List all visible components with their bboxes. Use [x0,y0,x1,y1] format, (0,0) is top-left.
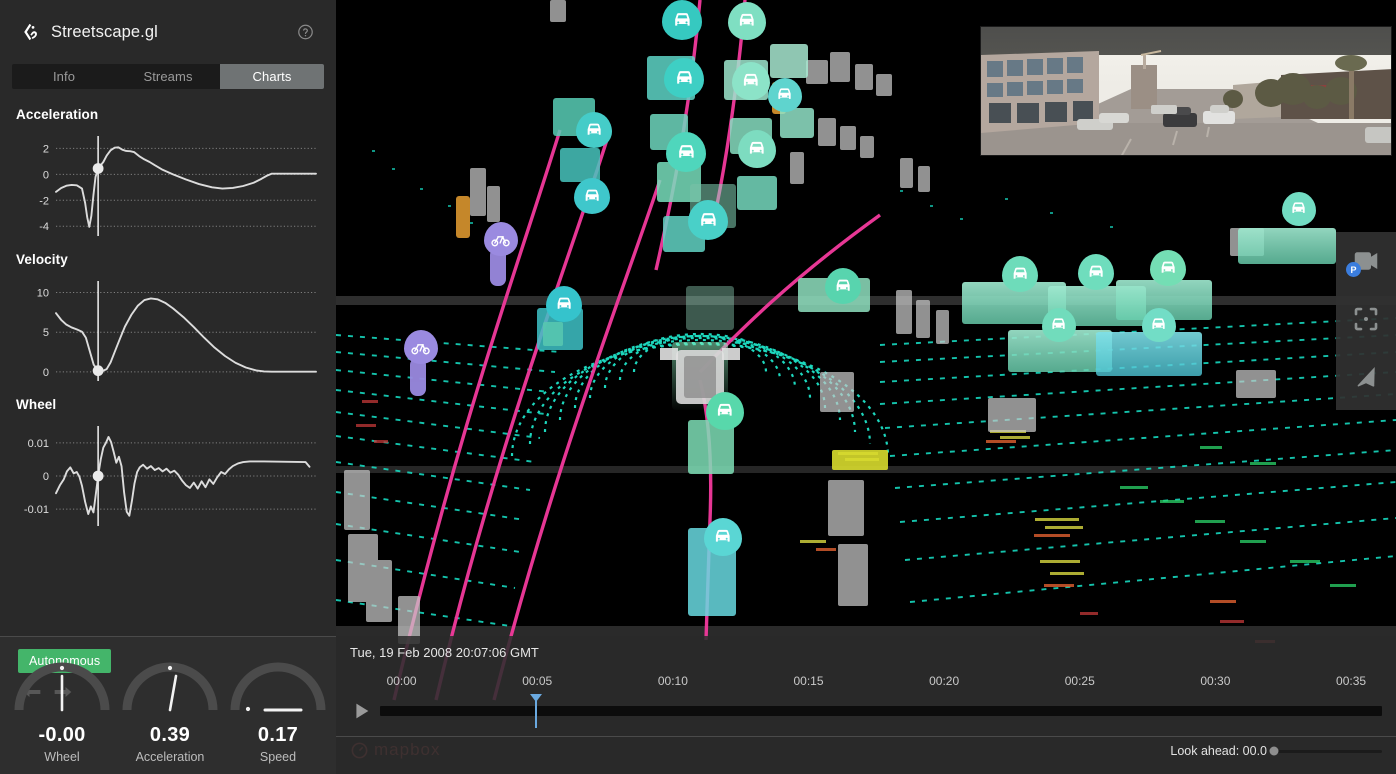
mapbox-icon [350,741,369,760]
lookahead-slider[interactable] [1274,750,1382,753]
chart-plot-wheel[interactable]: 0.01 0 -0.01 [14,418,322,536]
timeline-controls [350,698,1382,724]
timeline-tick: 00:00 [387,674,417,688]
control-sidebar: Streetscape.gl Info Streams Charts Accel… [0,0,336,774]
svg-text:0: 0 [43,471,49,483]
vehicle-marker[interactable] [1042,308,1076,342]
tab-streams[interactable]: Streams [116,64,220,89]
svg-text:2: 2 [43,143,49,155]
viewport-controls: P [1336,232,1396,410]
chart-title: Acceleration [16,107,322,122]
timeline-tick: 00:25 [1065,674,1095,688]
chart-wheel: Wheel 0.01 0 -0.01 [0,397,336,538]
vehicle-marker[interactable] [1282,192,1316,226]
svg-text:0.01: 0.01 [28,438,49,450]
vehicle-marker[interactable] [576,112,612,148]
timeline-tick: 00:05 [522,674,552,688]
vehicle-marker[interactable] [1142,308,1176,342]
timeline-tick: 00:30 [1200,674,1230,688]
lookahead-knob[interactable] [1270,747,1279,756]
sidebar-header: Streetscape.gl [0,0,336,64]
gauge-value: -0.00 [10,724,114,747]
svg-text:-2: -2 [39,195,49,207]
camera-toggle-button[interactable]: P [1349,246,1383,276]
mapbox-watermark: mapbox [350,740,440,760]
vehicle-marker[interactable] [574,178,610,214]
timeline-track[interactable] [380,706,1382,716]
vehicle-marker[interactable] [738,130,776,168]
mapbox-text: mapbox [374,740,440,760]
play-button[interactable] [350,700,372,722]
vehicle-marker[interactable] [706,392,744,430]
chart-title: Wheel [16,397,322,412]
timeline-tick: 00:15 [793,674,823,688]
chart-plot-velocity[interactable]: 10 5 0 [14,273,322,391]
gauge-value: 0.39 [118,724,222,747]
timeline-date: Tue, 19 Feb 2008 20:07:06 GMT [350,645,539,660]
gauge-value: 0.17 [226,724,330,747]
gauge-dial [121,660,219,712]
app-title: Streetscape.gl [51,23,158,42]
svg-text:10: 10 [37,288,49,300]
svg-text:-4: -4 [39,221,49,233]
cyclist-marker[interactable] [484,222,518,256]
crosshair-frame-icon [1349,304,1383,334]
svg-text:-0.01: -0.01 [24,504,49,516]
gauge-label: Acceleration [118,750,222,764]
gauge-acceleration: 0.39 Acceleration [118,724,222,764]
vehicle-marker[interactable] [768,78,802,112]
timeline-playhead[interactable] [535,694,537,728]
vehicle-marker[interactable] [664,58,704,98]
navigation-arrow-icon [1349,362,1383,392]
chart-velocity: Velocity 10 5 0 [0,252,336,393]
timeline-scrubber[interactable] [380,699,1382,723]
vehicle-marker[interactable] [1078,254,1114,290]
vehicle-marker[interactable] [728,2,766,40]
timeline-divider [336,736,1396,737]
vehicle-marker[interactable] [732,62,770,100]
chart-plot-acceleration[interactable]: 2 0 -2 -4 [14,128,322,246]
gauge-label: Speed [226,750,330,764]
gauge-label: Wheel [10,750,114,764]
vehicle-marker[interactable] [825,268,861,304]
camera-badge: P [1346,262,1361,277]
svg-text:5: 5 [43,327,49,339]
vehicle-marker[interactable] [1002,256,1038,292]
vehicle-marker[interactable] [704,518,742,556]
timeline-tick: 00:20 [929,674,959,688]
tab-charts[interactable]: Charts [220,64,324,89]
navigation-button[interactable] [1349,362,1383,392]
gauge-wheel: -0.00 Wheel [10,724,114,764]
vehicle-marker[interactable] [688,200,728,240]
streetscape-logo-icon [20,21,42,43]
gauge-speed: 0.17 Speed [226,724,330,764]
vehicle-marker[interactable] [1150,250,1186,286]
sidebar-tabs: Info Streams Charts [12,64,324,89]
timeline-tick-labels: 00:00 00:05 00:10 00:15 00:20 00:25 00:30 00:35 [350,674,1382,690]
lookahead-control: Look ahead: 00.0 [1170,744,1382,758]
vehicle-marker[interactable] [546,286,582,322]
recenter-button[interactable] [1349,304,1383,334]
gauge-dial [229,660,327,712]
vehicle-status-panel: Autonomous -0.00 Wheel [0,636,336,774]
gauge-dial [13,660,111,712]
help-circle-icon[interactable] [297,24,314,41]
timeline-tick: 00:35 [1336,674,1366,688]
front-camera-panel[interactable] [980,26,1392,156]
timeline-panel: Tue, 19 Feb 2008 20:07:06 GMT 00:00 00:05… [336,636,1396,774]
tab-info[interactable]: Info [12,64,116,89]
chart-acceleration: Acceleration 2 0 -2 -4 [0,107,336,248]
lookahead-label: Look ahead: 00.0 [1170,744,1267,758]
vehicle-marker[interactable] [662,0,702,40]
cyclist-marker[interactable] [404,330,438,364]
svg-text:0: 0 [43,169,49,181]
svg-text:0: 0 [43,367,49,379]
chart-title: Velocity [16,252,322,267]
timeline-tick: 00:10 [658,674,688,688]
charts-panel: Acceleration 2 0 -2 -4 Velocity 10 5 0 Wheel … [0,103,336,636]
vehicle-marker[interactable] [666,132,706,172]
